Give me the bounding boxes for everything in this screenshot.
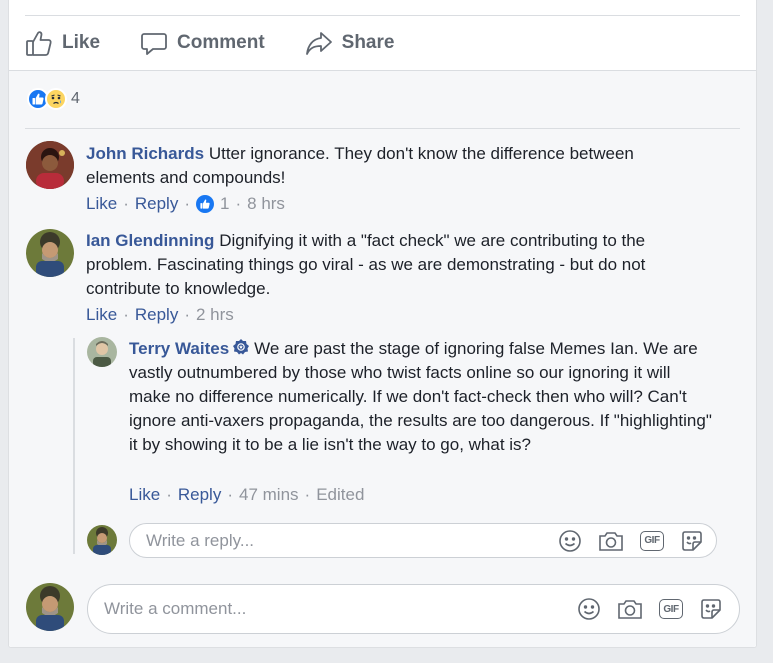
gif-icon[interactable]: GIF <box>659 599 683 619</box>
camera-icon[interactable] <box>617 597 643 621</box>
comment-author[interactable]: Ian Glendinning <box>86 231 214 250</box>
comment-like-count[interactable]: 1 <box>220 194 229 214</box>
comment-like-link[interactable]: Like <box>86 194 117 214</box>
reaction-count: 4 <box>71 90 80 107</box>
avatar <box>87 525 117 555</box>
comment-input[interactable] <box>88 599 561 619</box>
camera-icon[interactable] <box>598 529 624 553</box>
comment-reply-link[interactable]: Reply <box>135 194 178 214</box>
comment-meta: Like · Reply · 2 hrs <box>86 305 234 325</box>
reply-author[interactable]: Terry Waites <box>129 339 229 358</box>
sad-reaction-icon <box>45 88 67 110</box>
reply-input-box: GIF <box>129 523 717 558</box>
share-button[interactable]: Share <box>305 29 395 57</box>
reactions-summary[interactable]: 4 <box>27 88 80 110</box>
post-action-bar: Like Comment Share <box>25 24 434 62</box>
share-arrow-icon <box>305 32 332 55</box>
comment-body: John Richards Utter ignorance. They don'… <box>86 142 706 190</box>
avatar[interactable] <box>26 229 74 277</box>
verified-badge-icon <box>233 339 250 355</box>
comment-bubble-icon <box>141 33 167 55</box>
comment-input-box: GIF <box>87 584 740 634</box>
emoji-icon[interactable] <box>577 597 601 621</box>
comment-author[interactable]: John Richards <box>86 144 204 163</box>
comment-like-link[interactable]: Like <box>86 305 117 325</box>
sticker-icon[interactable] <box>680 529 704 553</box>
reply-thread-line <box>73 338 75 554</box>
post-card: Like Comment Share 4 John Richards Utter… <box>8 0 757 648</box>
reply-body: Terry Waites We are past the stage of ign… <box>129 337 714 457</box>
comment-button[interactable]: Comment <box>140 29 265 57</box>
reply-input[interactable] <box>130 530 542 551</box>
divider <box>25 15 740 16</box>
like-button[interactable]: Like <box>25 29 100 57</box>
comment-timestamp[interactable]: 8 hrs <box>247 194 285 214</box>
avatar <box>26 583 74 631</box>
comment-timestamp[interactable]: 2 hrs <box>196 305 234 325</box>
edited-label[interactable]: Edited <box>316 485 364 505</box>
avatar[interactable] <box>26 141 74 189</box>
gif-icon[interactable]: GIF <box>640 530 664 551</box>
avatar[interactable] <box>87 337 117 367</box>
comment-body: Ian Glendinning Dignifying it with a "fa… <box>86 229 696 301</box>
comment-label: Comment <box>177 32 265 53</box>
reply-timestamp[interactable]: 47 mins <box>239 485 299 505</box>
reply-like-link[interactable]: Like <box>129 485 160 505</box>
reply-reply-link[interactable]: Reply <box>178 485 221 505</box>
comment-reply-link[interactable]: Reply <box>135 305 178 325</box>
emoji-icon[interactable] <box>558 529 582 553</box>
gif-label: GIF <box>640 530 664 551</box>
thumbs-up-icon <box>26 31 52 56</box>
comment-meta: Like · Reply · 1 · 8 hrs <box>86 194 285 214</box>
gif-label: GIF <box>659 599 683 619</box>
divider <box>25 128 740 129</box>
reply-input-icons: GIF <box>542 529 716 553</box>
reply-meta: Like · Reply · 47 mins · Edited <box>129 485 365 505</box>
sticker-icon[interactable] <box>699 597 723 621</box>
like-label: Like <box>62 32 101 53</box>
comment-input-icons: GIF <box>561 597 739 621</box>
share-label: Share <box>341 32 395 53</box>
like-reaction-icon <box>196 195 214 213</box>
